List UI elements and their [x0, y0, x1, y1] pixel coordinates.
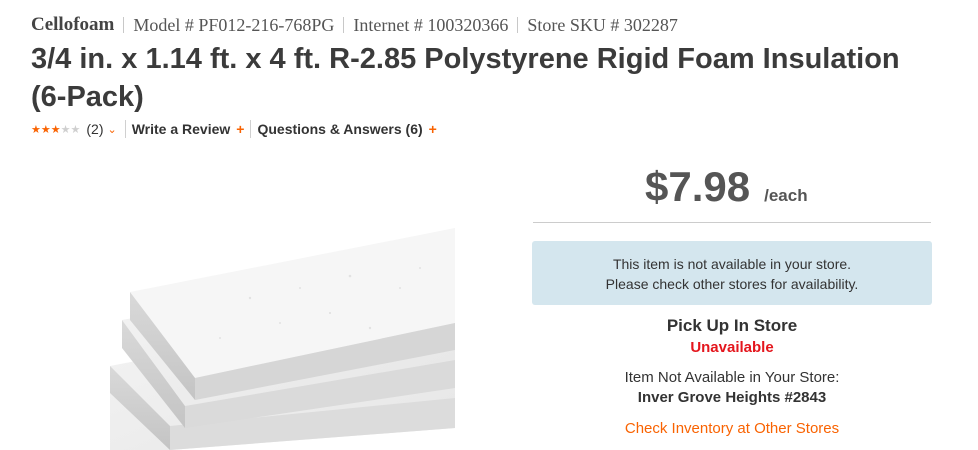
- product-title: 3/4 in. x 1.14 ft. x 4 ft. R-2.85 Polyst…: [31, 43, 900, 113]
- internet-number: Internet # 100320366: [353, 14, 509, 35]
- price-display: $7.98 /each: [645, 163, 808, 211]
- rating-divider: [124, 120, 126, 138]
- star-empty-icon: ★: [60, 123, 71, 136]
- pickup-status: Unavailable: [690, 339, 774, 356]
- star-filled-icon: ★: [40, 123, 51, 136]
- price-divider: [533, 222, 931, 223]
- check-inventory-link[interactable]: Check Inventory at Other Stores: [532, 420, 932, 437]
- chevron-down-icon[interactable]: ⌄: [108, 123, 117, 136]
- star-filled-icon: ★: [31, 123, 41, 136]
- review-count[interactable]: (2): [86, 121, 103, 137]
- notice-line-1: This item is not available in your store…: [612, 256, 852, 272]
- star-filled-icon: ★: [50, 123, 61, 136]
- store-sku: Store SKU # 302287: [527, 14, 678, 35]
- foam-boards-illustration: [110, 228, 455, 450]
- pickup-in-store-heading: Pick Up In Store: [666, 316, 798, 335]
- questions-answers-link[interactable]: Questions & Answers (6): [257, 121, 422, 137]
- product-image[interactable]: [100, 228, 455, 450]
- availability-notice: This item is not available in your store…: [532, 241, 932, 305]
- notice-line-2: Please check other stores for availabili…: [605, 276, 859, 292]
- plus-icon[interactable]: +: [429, 121, 437, 137]
- store-availability-note: Item Not Available in Your Store:: [624, 369, 840, 386]
- star-rating[interactable]: ★ ★ ★ ★ ★: [31, 123, 80, 136]
- product-meta-bar: Cellofoam Model # PF012-216-768PG Intern…: [31, 14, 678, 36]
- price-unit: /each: [764, 186, 808, 205]
- meta-divider: [123, 17, 125, 33]
- meta-divider: [517, 17, 519, 33]
- meta-divider: [343, 17, 345, 33]
- brand-name[interactable]: Cellofoam: [31, 14, 114, 36]
- model-number: Model # PF012-216-768PG: [133, 14, 335, 35]
- plus-icon[interactable]: +: [236, 121, 244, 137]
- rating-divider: [250, 120, 252, 138]
- rating-row: ★ ★ ★ ★ ★ (2) ⌄ Write a Review + Questio…: [31, 119, 443, 139]
- star-empty-icon: ★: [70, 123, 81, 136]
- price-amount: $7.98: [645, 163, 751, 210]
- store-name[interactable]: Inver Grove Heights #2843: [532, 389, 932, 406]
- write-review-link[interactable]: Write a Review: [132, 121, 231, 137]
